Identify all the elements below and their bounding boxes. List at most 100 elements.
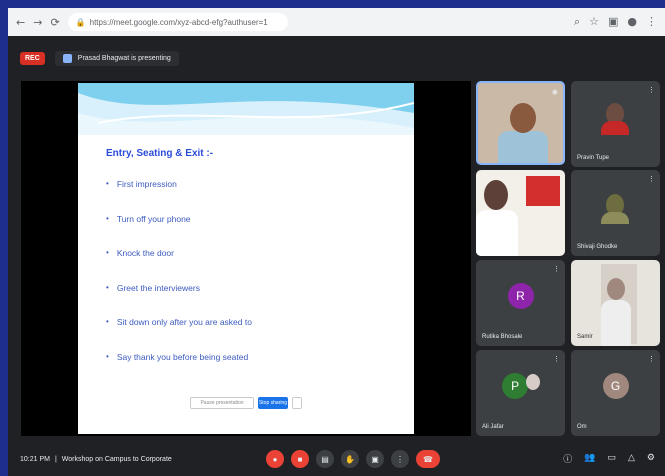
participant-avatar: P <box>502 373 529 400</box>
slide-bullet: • First impression <box>106 179 252 214</box>
slide-bullet: • Say thank you before being seated <box>106 352 252 387</box>
slide-bullet: • Knock the door <box>106 248 252 283</box>
slide-bullet: • Sit down only after you are asked to <box>106 317 252 352</box>
more-icon[interactable]: ⋮ <box>391 450 409 468</box>
participant-face <box>484 180 508 210</box>
participant-tile[interactable]: P ⋮ Ali Jafar <box>476 350 565 436</box>
window-top-frame <box>0 0 665 8</box>
participant-video <box>601 300 631 346</box>
participant-tile[interactable]: ⋮ Pravin Tupe <box>571 81 660 167</box>
right-controls: ⓘ 👥 ▭ △ ⚙ <box>563 452 655 465</box>
participant-name: Samir <box>577 334 593 340</box>
slide-bullet: • Greet the interviewers <box>106 283 252 318</box>
bullet-text: Sit down only after you are asked to <box>116 317 252 328</box>
mic-off-icon[interactable]: ● <box>266 450 284 468</box>
participant-name: Rutika Bhosale <box>482 334 523 340</box>
slide-bullet-list: • First impression • Turn off your phone •… <box>106 179 252 387</box>
pause-presentation-button[interactable]: Pause presentation <box>190 397 254 409</box>
participant-tile[interactable]: ◉ <box>476 81 565 165</box>
mic-off-icon: ⋮ <box>648 87 655 94</box>
bullet-text: Knock the door <box>116 248 174 259</box>
captions-icon[interactable]: ▤ <box>316 450 334 468</box>
mic-off-icon: ⋮ <box>648 356 655 363</box>
meeting-name: Workshop on Campus to Corporate <box>61 455 172 463</box>
participant-name: Om <box>577 424 587 430</box>
bullet-text: Greet the interviewers <box>116 282 200 293</box>
participant-video <box>498 131 548 163</box>
slide-title: Entry, Seating & Exit :- <box>106 148 214 159</box>
present-icon[interactable]: ▣ <box>366 450 384 468</box>
present-screen-icon <box>62 53 72 63</box>
participant-name: Ali Jafar <box>482 424 504 430</box>
meeting-time: 10:21 PM <box>20 455 50 463</box>
mic-off-icon: ⋮ <box>648 176 655 183</box>
participant-video <box>601 212 629 224</box>
participant-tile[interactable]: ⋮ Shivaji Ghodke <box>571 170 660 256</box>
back-icon[interactable]: ← <box>16 16 25 29</box>
participant-photo <box>526 374 540 390</box>
lock-icon: 🔒 <box>75 17 86 27</box>
participant-avatar: R <box>507 283 534 310</box>
browser-toolbar: ← → ⟳ 🔒 https://meet.google.com/xyz-abcd… <box>8 8 665 36</box>
meeting-separator: | <box>54 455 57 463</box>
bullet-dot-icon: • <box>106 317 109 327</box>
slide-options-button[interactable] <box>292 397 302 409</box>
window-left-frame <box>0 0 8 476</box>
bullet-text: First impression <box>116 179 177 189</box>
bullet-dot-icon: • <box>106 282 109 292</box>
activities-icon[interactable]: △ <box>628 452 635 465</box>
recording-badge: REC <box>20 51 45 65</box>
meeting-info: 10:21 PM | Workshop on Campus to Corpora… <box>20 456 172 463</box>
bullet-dot-icon: • <box>106 179 109 188</box>
participant-name: Pravin Tupe <box>577 155 610 161</box>
end-call-button[interactable]: ☎ <box>416 450 440 468</box>
url-text: https://meet.google.com/xyz-abcd-efg?aut… <box>89 17 268 27</box>
mic-off-icon: ⋮ <box>553 266 560 273</box>
bullet-dot-icon: • <box>106 213 109 223</box>
menu-icon[interactable]: ⋮ <box>646 15 657 29</box>
participant-face <box>510 103 536 133</box>
presenting-label: Prasad Bhagwat is presenting <box>77 54 171 62</box>
meet-bottom-bar: 10:21 PM | Workshop on Campus to Corpora… <box>8 442 665 476</box>
bullet-text: Turn off your phone <box>116 213 191 224</box>
host-controls-icon[interactable]: ⚙ <box>647 452 655 465</box>
zoom-icon[interactable]: ⌕ <box>574 15 580 29</box>
participant-background <box>526 176 560 206</box>
camera-off-icon[interactable]: ■ <box>291 450 309 468</box>
participant-name: Shivaji Ghodke <box>577 244 618 250</box>
presentation-stage: Entry, Seating & Exit :- • First impressi… <box>21 81 471 436</box>
slide-controls: Pause presentation Stop sharing <box>190 397 302 409</box>
participant-video <box>476 210 518 256</box>
presenting-chip[interactable]: Prasad Bhagwat is presenting <box>54 50 179 66</box>
participant-tile[interactable] <box>476 170 565 256</box>
participant-tile[interactable]: G ⋮ Om <box>571 350 660 436</box>
bullet-dot-icon: • <box>106 351 109 361</box>
presenting-bar: REC Prasad Bhagwat is presenting <box>20 49 179 67</box>
mic-off-icon: ⋮ <box>553 356 560 363</box>
browser-right-icons: ⌕ ☆ ▣ ● ⋮ <box>574 15 657 29</box>
address-bar[interactable]: 🔒 https://meet.google.com/xyz-abcd-efg?a… <box>67 13 288 31</box>
participant-face <box>607 278 625 300</box>
profile-icon[interactable]: ● <box>627 15 637 29</box>
shared-slide: Entry, Seating & Exit :- • First impressi… <box>78 83 414 434</box>
participant-avatar: G <box>602 373 629 400</box>
bullet-text: Say thank you before being seated <box>116 351 249 362</box>
participant-tile[interactable]: R ⋮ Rutika Bhosale <box>476 260 565 346</box>
slide-bullet: • Turn off your phone <box>106 214 252 249</box>
call-controls: ● ■ ▤ ✋ ▣ ⋮ ☎ <box>266 450 440 468</box>
chat-icon[interactable]: ▭ <box>607 452 616 465</box>
participant-video <box>601 121 629 135</box>
pin-icon[interactable]: ◉ <box>552 88 558 96</box>
reload-icon[interactable]: ⟳ <box>50 16 59 29</box>
raise-hand-icon[interactable]: ✋ <box>341 450 359 468</box>
people-icon[interactable]: 👥 <box>584 452 595 465</box>
slide-header-wave <box>78 83 414 135</box>
info-icon[interactable]: ⓘ <box>563 452 572 465</box>
meet-window: REC Prasad Bhagwat is presenting Entry, … <box>8 36 665 476</box>
extension-icon[interactable]: ▣ <box>608 15 618 29</box>
forward-icon[interactable]: → <box>33 16 42 29</box>
stop-sharing-button[interactable]: Stop sharing <box>258 397 288 409</box>
participant-tile[interactable]: Samir <box>571 260 660 346</box>
bookmark-icon[interactable]: ☆ <box>589 15 599 29</box>
bullet-dot-icon: • <box>106 248 109 258</box>
